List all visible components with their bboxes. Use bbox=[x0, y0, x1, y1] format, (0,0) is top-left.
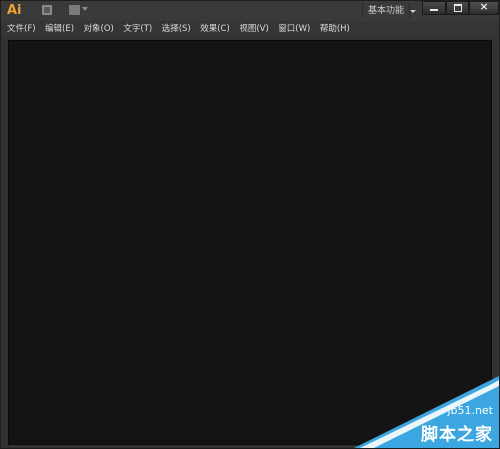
menu-effect[interactable]: 效果(C) bbox=[200, 21, 230, 38]
chevron-down-icon[interactable] bbox=[82, 7, 88, 11]
maximize-button[interactable] bbox=[445, 1, 470, 15]
workspace-chevron-down-icon[interactable] bbox=[410, 10, 416, 13]
watermark-domain: jb51.net bbox=[447, 404, 493, 417]
bridge-icon[interactable] bbox=[42, 5, 52, 15]
app-logo: Ai bbox=[7, 3, 22, 18]
watermark-site-name: 脚本之家 bbox=[421, 425, 493, 445]
menu-object[interactable]: 对象(O) bbox=[84, 21, 114, 38]
menu-type[interactable]: 文字(T) bbox=[123, 21, 152, 38]
workspace-switcher[interactable]: 基本功能 bbox=[362, 3, 411, 19]
menu-window[interactable]: 窗口(W) bbox=[278, 21, 310, 38]
window-controls: × bbox=[422, 0, 499, 15]
menu-file[interactable]: 文件(F) bbox=[7, 21, 36, 38]
site-watermark: jb51.net 脚本之家 bbox=[354, 376, 499, 448]
menu-view[interactable]: 视图(V) bbox=[239, 21, 268, 38]
minimize-button[interactable] bbox=[422, 1, 446, 15]
maximize-icon bbox=[453, 4, 462, 12]
close-icon: × bbox=[479, 0, 489, 13]
close-button[interactable]: × bbox=[469, 0, 499, 15]
title-bar: Ai 基本功能 × bbox=[1, 0, 499, 21]
menu-edit[interactable]: 编辑(E) bbox=[45, 21, 74, 38]
menu-bar: 文件(F) 编辑(E) 对象(O) 文字(T) 选择(S) 效果(C) 视图(V… bbox=[1, 21, 499, 38]
menu-select[interactable]: 选择(S) bbox=[162, 21, 191, 38]
menu-help[interactable]: 帮助(H) bbox=[320, 21, 350, 38]
minimize-icon bbox=[430, 9, 438, 11]
arrange-documents-icon[interactable] bbox=[69, 5, 80, 15]
illustrator-window: Ai 基本功能 × 文件(F) 编辑(E) 对象(O) 文字(T) 选择(S) … bbox=[0, 0, 500, 449]
